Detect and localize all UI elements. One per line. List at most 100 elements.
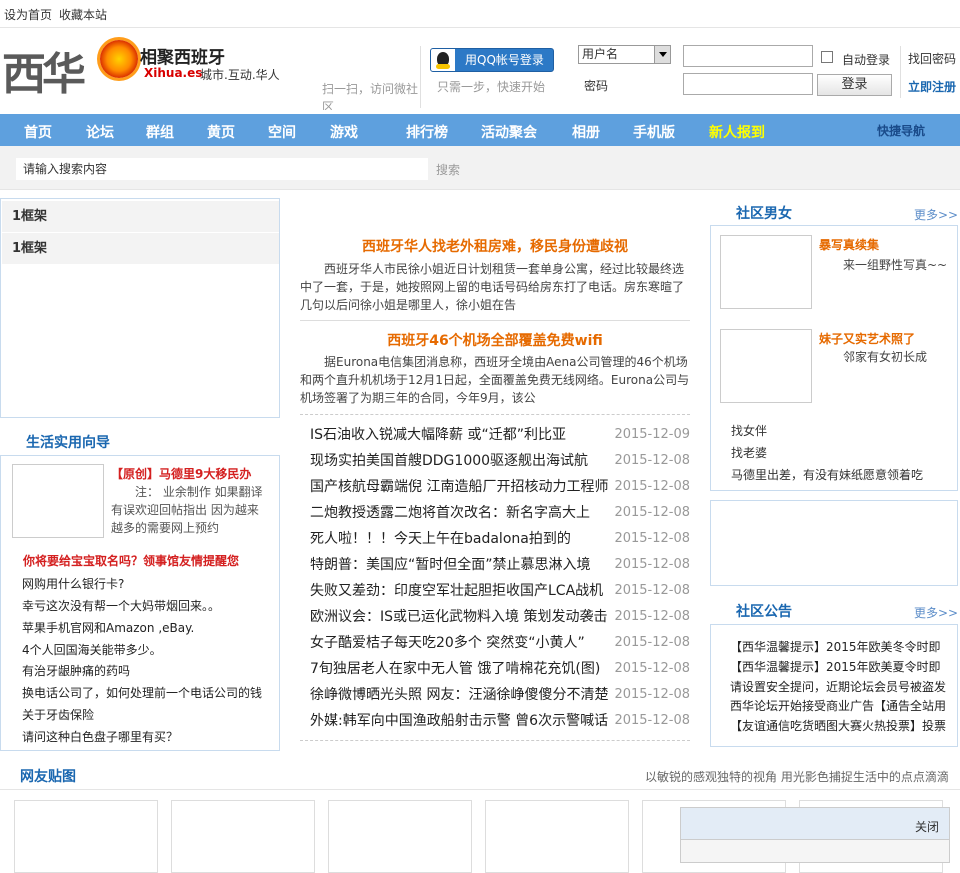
forgot-password-link[interactable]: 找回密码 — [908, 50, 956, 67]
news-list-title: 女子酷爱桔子每天吃20多个 突然变“小黄人” — [310, 635, 585, 651]
top-bar: 设为首页 收藏本站 — [0, 0, 960, 28]
logo-text[interactable]: 西华 — [2, 38, 86, 102]
username-input[interactable] — [683, 45, 813, 67]
life-feature-body: 注： 业余制作 如果翻译有误欢迎回帖指出 因为越来越多的需要网上预约 — [111, 485, 263, 535]
news-list-date: 2015-12-08 — [614, 661, 690, 676]
nav-item-mobile[interactable]: 手机版 — [633, 122, 675, 142]
floating-popup: 关闭 — [680, 807, 950, 863]
search-input[interactable]: 请输入搜索内容 — [16, 158, 428, 180]
login-button[interactable]: 登录 — [817, 74, 892, 96]
news-list-date: 2015-12-08 — [614, 531, 690, 546]
news-list-item[interactable]: 7旬独居老人在家中无人管 饿了啃棉花充饥(图) 2015-12-08 — [310, 656, 690, 682]
news-headline[interactable]: 西班牙华人找老外租房难，移民身份遭歧视 — [300, 236, 690, 256]
news-list-date: 2015-12-08 — [614, 687, 690, 702]
add-favorite-link[interactable]: 收藏本站 — [59, 6, 107, 23]
news-list-item[interactable]: 徐峥微博晒光头照 网友：汪涵徐峥傻傻分不清楚 2015-12-08 — [310, 682, 690, 708]
news-summary: 西班牙华人市民徐小姐近日计划租赁一套单身公寓，经过比较最终选中了一套，于是，她按… — [300, 262, 685, 312]
social-link[interactable]: 找老婆 — [731, 444, 767, 461]
social-card-title[interactable]: 妹子又实艺术照了 — [819, 330, 915, 347]
news-headline[interactable]: 西班牙46个机场全部覆盖免费wifi — [300, 330, 690, 350]
news-list-item[interactable]: 外媒:韩军向中国渔政船射击示警 曾6次示警喊话 2015-12-08 — [310, 708, 690, 734]
news-list-item[interactable]: 国产核航母霸端倪 江南造船厂开招核动力工程师 2015-12-08 — [310, 474, 690, 500]
announce-item[interactable]: 西华论坛开始接受商业广告【通告全站用 — [730, 697, 948, 714]
social-card-thumbnail[interactable] — [720, 329, 812, 403]
life-item[interactable]: 请问这种白色盘子哪里有买？ — [22, 728, 178, 745]
password-input[interactable] — [683, 73, 813, 95]
nav-item-games[interactable]: 游戏 — [330, 122, 358, 142]
header-divider — [900, 46, 901, 98]
life-item[interactable]: 苹果手机官网和Amazon ,eBay. — [22, 619, 194, 636]
news-list-date: 2015-12-08 — [614, 583, 690, 598]
news-list-date: 2015-12-08 — [614, 505, 690, 520]
qq-login-button[interactable]: 用QQ帐号登录 — [430, 48, 554, 72]
news-list-title: 死人啦！！！今天上午在badalona拍到的 — [310, 531, 571, 547]
logo-slogan: 相聚西班牙 — [140, 48, 225, 68]
life-item[interactable]: 幸亏这次没有帮一个大妈带烟回来。。 — [22, 597, 220, 614]
search-bar: 请输入搜索内容 搜索 — [0, 146, 960, 190]
password-label: 密码 — [584, 79, 609, 93]
announce-more-link[interactable]: 更多>> — [914, 604, 958, 621]
set-homepage-link[interactable]: 设为首页 — [4, 6, 52, 23]
gallery-tagline: 以敏锐的感观独特的视角 用光影色捕捉生活中的点点滴滴 — [645, 770, 949, 784]
scan-qr-text[interactable]: 扫一扫，访问微社区 — [322, 80, 422, 110]
search-button[interactable]: 搜索 — [436, 161, 460, 178]
news-list-title: 徐峥微博晒光头照 网友：汪涵徐峥傻傻分不清楚 — [310, 687, 609, 703]
life-item[interactable]: 有治牙龈肿痛的药吗 — [22, 662, 130, 679]
nav-item-space[interactable]: 空间 — [268, 122, 296, 142]
social-link[interactable]: 找女伴 — [731, 422, 767, 439]
news-list-date: 2015-12-08 — [614, 557, 690, 572]
news-list-date: 2015-12-08 — [614, 479, 690, 494]
news-list-title: 现场实拍美国首艘DDG1000驱逐舰出海试航 — [310, 453, 589, 469]
gallery-thumbnail[interactable] — [171, 800, 315, 873]
social-link[interactable]: 马德里出差，有没有妹纸愿意领着吃 — [731, 466, 923, 483]
news-list-item[interactable]: IS石油收入锐减大幅降薪 或“迁都”利比亚 2015-12-09 — [310, 422, 690, 448]
register-link[interactable]: 立即注册 — [908, 78, 956, 95]
life-feature-thumbnail[interactable] — [12, 464, 104, 538]
life-item[interactable]: 关于牙齿保险 — [22, 706, 94, 723]
auto-login-checkbox[interactable] — [821, 51, 833, 63]
news-list-date: 2015-12-08 — [614, 635, 690, 650]
social-card-thumbnail[interactable] — [720, 235, 812, 309]
life-item[interactable]: 网购用什么银行卡? — [22, 575, 124, 592]
news-list-item[interactable]: 二炮教授透露二炮将首次改名：新名字高大上 2015-12-08 — [310, 500, 690, 526]
announce-item[interactable]: 【西华温馨提示】2015年欧美夏令时即 — [730, 658, 948, 675]
news-list-item[interactable]: 特朗普：美国应“暂时但全面”禁止慕思淋入境 2015-12-08 — [310, 552, 690, 578]
news-list-item[interactable]: 死人啦！！！今天上午在badalona拍到的 2015-12-08 — [310, 526, 690, 552]
gallery-thumbnail[interactable] — [485, 800, 629, 873]
nav-item-yellowpages[interactable]: 黄页 — [207, 122, 235, 142]
announce-item[interactable]: 请设置安全提问，近期论坛会员号被盗发 — [730, 678, 948, 695]
life-feature-title[interactable]: 【原创】马德里9大移民办 — [111, 465, 251, 482]
frame-heading: 1框架 — [2, 233, 279, 264]
life-item[interactable]: 换电话公司了，如何处理前一个电话公司的钱 — [22, 684, 262, 701]
life-item[interactable]: 4个人回国海关能带多少。 — [22, 641, 162, 658]
nav-item-album[interactable]: 相册 — [572, 122, 600, 142]
quick-nav-link[interactable]: 快捷导航 — [877, 122, 925, 139]
news-list-title: 国产核航母霸端倪 江南造船厂开招核动力工程师 — [310, 479, 609, 495]
divider — [300, 740, 690, 741]
ad-box — [710, 500, 958, 586]
divider — [300, 320, 690, 321]
nav-item-home[interactable]: 首页 — [24, 122, 52, 142]
news-list-date: 2015-12-08 — [614, 453, 690, 468]
news-list-item[interactable]: 欧洲议会：IS或已运化武物料入境 策划发动袭击 2015-12-08 — [310, 604, 690, 630]
life-guide-title: 生活实用向导 — [26, 435, 110, 451]
social-card-title[interactable]: 暴写真续集 — [819, 236, 879, 253]
nav-item-events[interactable]: 活动聚会 — [481, 122, 537, 142]
nav-item-newcomers[interactable]: 新人报到 — [709, 122, 765, 142]
news-list-item[interactable]: 失败又差劲：印度空军壮起胆拒收国产LCA战机 2015-12-08 — [310, 578, 690, 604]
popup-close-button[interactable]: 关闭 — [915, 818, 939, 835]
news-list-item[interactable]: 现场实拍美国首艘DDG1000驱逐舰出海试航 2015-12-08 — [310, 448, 690, 474]
login-type-select[interactable]: 用户名 — [578, 45, 671, 64]
life-hot-title[interactable]: 你将要给宝宝取名吗？领事馆友情提醒您 — [23, 552, 239, 569]
nav-item-groups[interactable]: 群组 — [146, 122, 174, 142]
frame-box: 1框架 1框架 — [0, 198, 280, 418]
gallery-thumbnail[interactable] — [14, 800, 158, 873]
announce-item[interactable]: 【西华温馨提示】2015年欧美冬令时即 — [730, 638, 948, 655]
announce-item[interactable]: 【友谊通信吃货晒图大赛火热投票】投票 — [730, 717, 948, 734]
news-list-item[interactable]: 女子酷爱桔子每天吃20多个 突然变“小黄人” 2015-12-08 — [310, 630, 690, 656]
nav-item-ranking[interactable]: 排行榜 — [406, 122, 448, 142]
social-more-link[interactable]: 更多>> — [914, 206, 958, 223]
divider — [0, 789, 960, 790]
gallery-thumbnail[interactable] — [328, 800, 472, 873]
nav-item-forum[interactable]: 论坛 — [86, 122, 114, 142]
